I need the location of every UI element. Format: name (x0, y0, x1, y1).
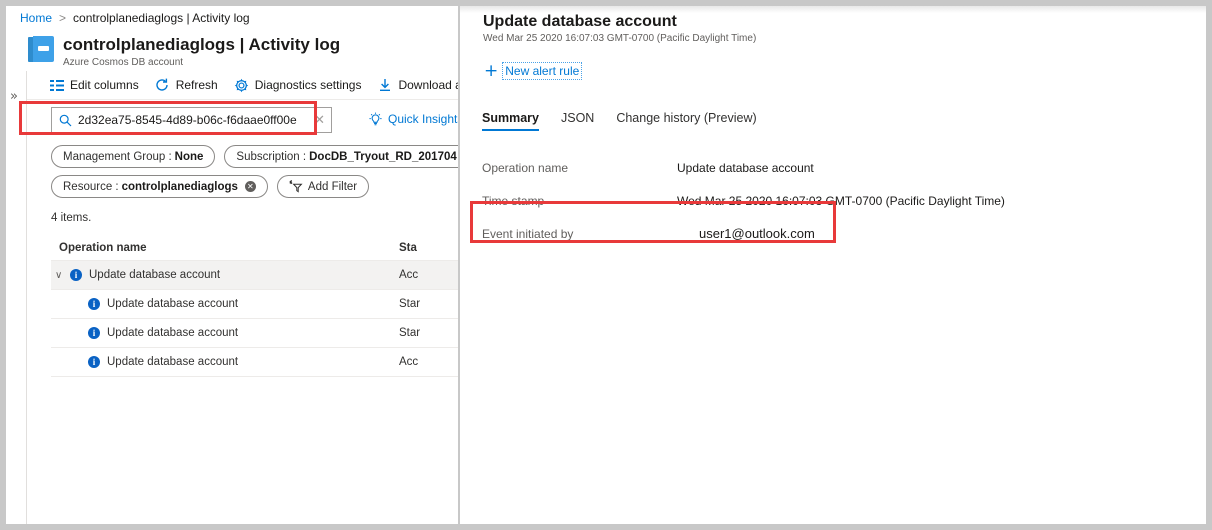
gear-icon (234, 78, 249, 93)
table-row[interactable]: i Update database account Acc (51, 348, 458, 377)
column-header-operation-name[interactable]: Operation name (51, 242, 399, 254)
filter-pill-resource-value: controlplanediaglogs (122, 181, 238, 193)
row-status: Acc (399, 269, 458, 281)
page-title: controlplanediaglogs | Activity log (63, 34, 340, 55)
breadcrumb-home-link[interactable]: Home (20, 11, 52, 25)
sidebar-expander-rail: » (6, 71, 27, 524)
refresh-label: Refresh (176, 78, 218, 92)
filter-pill-management-group[interactable]: Management Group : None (51, 145, 215, 168)
filter-row-1: Management Group : None Subscription : D… (51, 145, 458, 168)
tab-json[interactable]: JSON (561, 111, 594, 131)
detail-value: user1@outlook.com (677, 226, 815, 241)
blade-top-shade (460, 6, 1206, 13)
filter-pill-management-group-value: None (175, 151, 204, 163)
activity-log-content: Edit columns Refresh (27, 71, 458, 524)
detail-title: Update database account (483, 13, 677, 31)
refresh-button[interactable]: Refresh (155, 78, 218, 93)
edit-columns-button[interactable]: Edit columns (49, 78, 139, 93)
expand-row-chevron-icon[interactable]: ∨ (55, 270, 70, 281)
filter-pill-subscription[interactable]: Subscription : DocDB_Tryout_RD_201704 (224, 145, 458, 168)
add-filter-label: Add Filter (308, 181, 357, 193)
columns-icon (49, 78, 64, 93)
detail-summary-list: Operation name Update database account T… (482, 151, 1182, 250)
page-subtitle: Azure Cosmos DB account (63, 56, 340, 69)
filter-pill-subscription-value: DocDB_Tryout_RD_201704 (309, 151, 457, 163)
download-icon (377, 78, 392, 93)
filter-row-2: Resource : controlplanediaglogs ✕ Add Fi… (51, 175, 458, 198)
search-icon (58, 113, 73, 128)
row-status: Star (399, 327, 458, 339)
page-header: controlplanediaglogs | Activity log Azur… (6, 29, 458, 71)
tab-summary[interactable]: Summary (482, 111, 539, 131)
row-operation-name: Update database account (107, 298, 238, 310)
lightbulb-icon (367, 111, 383, 127)
filter-pill-subscription-label: Subscription : (236, 151, 306, 163)
search-row: 2d32ea75-8545-4d89-b06c-f6daae0ff00e ✕ Q… (27, 107, 458, 133)
command-toolbar: Edit columns Refresh (27, 71, 458, 100)
detail-row-operation-name: Operation name Update database account (482, 151, 1182, 184)
row-operation-name: Update database account (107, 356, 238, 368)
info-icon: i (70, 269, 82, 281)
table-row[interactable]: i Update database account Star (51, 290, 458, 319)
detail-label: Operation name (482, 161, 677, 175)
search-input[interactable]: 2d32ea75-8545-4d89-b06c-f6daae0ff00e ✕ (51, 107, 332, 133)
activity-log-table: Operation name Sta ∨ i Update database a… (51, 236, 458, 377)
filter-pill-resource[interactable]: Resource : controlplanediaglogs ✕ (51, 175, 268, 198)
expand-sidebar-icon[interactable]: » (10, 89, 18, 104)
breadcrumb-current: controlplanediaglogs | Activity log (73, 11, 250, 25)
detail-value: Update database account (677, 161, 814, 175)
new-alert-rule-label: New alert rule (504, 64, 580, 78)
info-icon: i (88, 327, 100, 339)
detail-value: Wed Mar 25 2020 16:07:03 GMT-0700 (Pacif… (677, 194, 1005, 208)
info-icon: i (88, 298, 100, 310)
table-row[interactable]: i Update database account Star (51, 319, 458, 348)
plus-icon: + (484, 64, 498, 78)
table-header-row: Operation name Sta (51, 236, 458, 261)
filter-pills: Management Group : None Subscription : D… (51, 145, 458, 205)
detail-subtitle: Wed Mar 25 2020 16:07:03 GMT-0700 (Pacif… (483, 33, 756, 44)
row-status: Star (399, 298, 458, 310)
detail-row-event-initiated-by: Event initiated by user1@outlook.com (482, 217, 1182, 250)
diagnostics-settings-button[interactable]: Diagnostics settings (234, 78, 362, 93)
quick-insights-button[interactable]: Quick Insights (367, 111, 458, 127)
column-header-status[interactable]: Sta (399, 242, 458, 254)
row-operation-name: Update database account (89, 269, 220, 281)
diagnostics-settings-label: Diagnostics settings (255, 78, 362, 92)
search-input-value: 2d32ea75-8545-4d89-b06c-f6daae0ff00e (78, 113, 310, 127)
breadcrumb-separator-icon: > (59, 11, 66, 25)
info-icon: i (88, 356, 100, 368)
clear-search-icon[interactable]: ✕ (310, 113, 325, 128)
edit-columns-label: Edit columns (70, 78, 139, 92)
add-filter-button[interactable]: Add Filter (277, 175, 369, 198)
tab-change-history[interactable]: Change history (Preview) (616, 111, 756, 131)
row-status: Acc (399, 356, 458, 368)
detail-row-time-stamp: Time stamp Wed Mar 25 2020 16:07:03 GMT-… (482, 184, 1182, 217)
remove-resource-filter-icon[interactable]: ✕ (245, 181, 256, 192)
breadcrumb: Home > controlplanediaglogs | Activity l… (6, 6, 458, 29)
filter-pill-management-group-label: Management Group : (63, 151, 172, 163)
detail-tabs: Summary JSON Change history (Preview) (482, 105, 779, 131)
refresh-icon (155, 78, 170, 93)
row-operation-name: Update database account (107, 327, 238, 339)
add-filter-icon (289, 180, 303, 194)
filter-pill-resource-label: Resource : (63, 181, 119, 193)
download-as-csv-button[interactable]: Download as C (377, 78, 458, 93)
table-row[interactable]: ∨ i Update database account Acc (51, 261, 458, 290)
download-as-csv-label: Download as C (398, 78, 458, 92)
event-detail-blade: Update database account Wed Mar 25 2020 … (460, 6, 1206, 524)
detail-label: Event initiated by (482, 227, 677, 241)
cosmos-db-icon (28, 36, 54, 62)
items-count: 4 items. (51, 212, 91, 224)
screenshot-frame: Home > controlplanediaglogs | Activity l… (0, 0, 1212, 530)
activity-log-panel: Home > controlplanediaglogs | Activity l… (6, 6, 458, 524)
new-alert-rule-button[interactable]: + New alert rule (484, 64, 580, 78)
quick-insights-label: Quick Insights (388, 112, 458, 126)
detail-label: Time stamp (482, 194, 677, 208)
